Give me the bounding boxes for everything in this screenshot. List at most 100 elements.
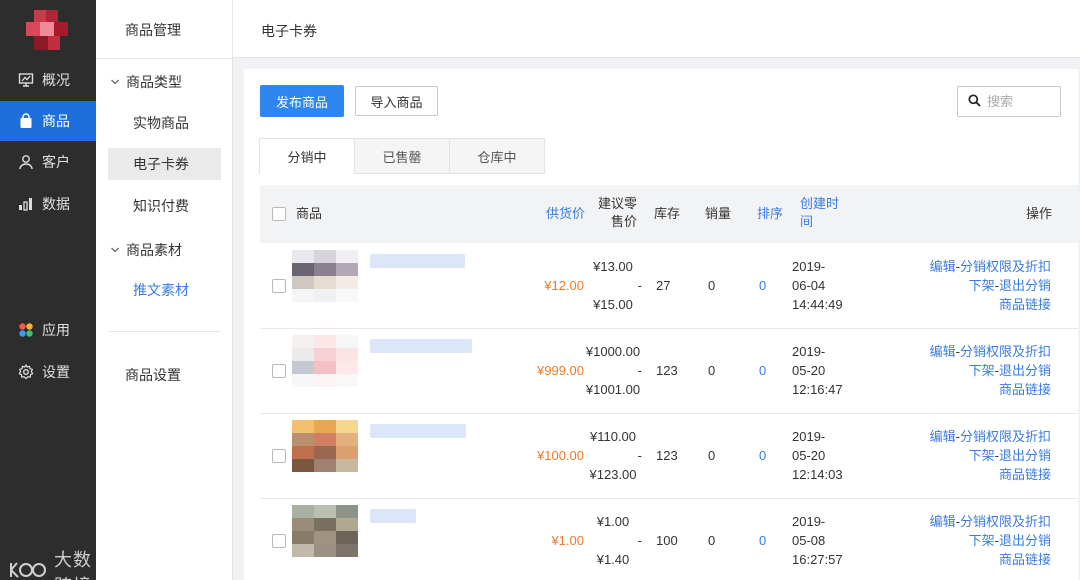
- sub-item-product-settings[interactable]: 商品设置: [125, 365, 181, 385]
- row-operations: 编辑-分销权限及折扣 下架-退出分销 商品链接: [901, 342, 1051, 399]
- row-checkbox[interactable]: [272, 449, 286, 463]
- sub-nav-divider: [96, 58, 233, 59]
- take-down-link[interactable]: 下架: [969, 363, 995, 378]
- tab-sold-out[interactable]: 已售罄: [354, 138, 450, 174]
- table-row: ¥100.00 ¥110.00 - ¥123.00 123 0 0 2019- …: [260, 414, 1078, 499]
- chevron-down-icon: [110, 242, 120, 258]
- nav-label-apps: 应用: [42, 322, 70, 338]
- tab-distributing[interactable]: 分销中: [259, 138, 355, 174]
- table-row: ¥999.00 ¥1000.00 - ¥1001.00 123 0 0 2019…: [260, 329, 1078, 414]
- chevron-down-icon: [110, 74, 120, 90]
- search-icon: [968, 93, 981, 110]
- product-title-blurred[interactable]: [370, 254, 465, 268]
- retail-max: ¥1001.00: [585, 382, 641, 397]
- product-thumbnail[interactable]: [292, 335, 358, 387]
- tab-warehouse[interactable]: 仓库中: [449, 138, 545, 174]
- distribution-permission-link[interactable]: 分销权限及折扣: [960, 344, 1051, 359]
- take-down-link[interactable]: 下架: [969, 533, 995, 548]
- distribution-permission-link[interactable]: 分销权限及折扣: [960, 429, 1051, 444]
- import-product-button[interactable]: 导入商品: [355, 86, 438, 116]
- edit-link[interactable]: 编辑: [930, 259, 956, 274]
- sort-value[interactable]: 0: [759, 446, 766, 465]
- sub-item-ecard[interactable]: 电子卡券: [108, 148, 221, 180]
- supply-price: ¥12.00: [544, 278, 584, 293]
- sub-item-knowledge[interactable]: 知识付费: [108, 190, 221, 222]
- retail-min: ¥13.00: [593, 259, 633, 274]
- retail-min: ¥1.00: [596, 514, 630, 529]
- nav-item-products[interactable]: 商品: [0, 101, 96, 141]
- exit-distribution-link[interactable]: 退出分销: [999, 363, 1051, 378]
- sort-value[interactable]: 0: [759, 361, 766, 380]
- stock-value: 27: [656, 278, 671, 293]
- product-title-blurred[interactable]: [370, 339, 472, 353]
- retail-price-range: ¥110.00 - ¥123.00: [582, 427, 644, 484]
- sub-item-article-material[interactable]: 推文素材: [108, 274, 221, 306]
- watermark-logo-icon: [8, 559, 48, 580]
- nav-item-data[interactable]: 数据: [0, 184, 96, 224]
- sub-item-physical[interactable]: 实物商品: [108, 107, 221, 139]
- user-icon: [18, 154, 34, 170]
- created-clock: 12:14:03: [792, 467, 843, 482]
- edit-link[interactable]: 编辑: [930, 344, 956, 359]
- shopping-bag-icon: [18, 113, 34, 129]
- sales-value: 0: [708, 533, 716, 548]
- exit-distribution-link[interactable]: 退出分销: [999, 533, 1051, 548]
- created-date1: 2019-: [792, 344, 826, 359]
- product-link[interactable]: 商品链接: [999, 467, 1051, 482]
- product-title-blurred[interactable]: [370, 424, 466, 438]
- sales-value: 0: [708, 448, 716, 463]
- retail-price-range: ¥13.00 - ¥15.00: [582, 257, 644, 314]
- distribution-permission-link[interactable]: 分销权限及折扣: [960, 259, 1051, 274]
- edit-link[interactable]: 编辑: [930, 429, 956, 444]
- created-time: 2019- 05-20 12:14:03: [792, 427, 843, 484]
- nav-item-overview[interactable]: 概况: [0, 60, 96, 100]
- row-checkbox[interactable]: [272, 364, 286, 378]
- col-sort[interactable]: 排序: [757, 205, 783, 223]
- row-operations: 编辑-分销权限及折扣 下架-退出分销 商品链接: [901, 427, 1051, 484]
- created-time: 2019- 05-20 12:16:47: [792, 342, 843, 399]
- distribution-permission-link[interactable]: 分销权限及折扣: [960, 514, 1051, 529]
- stock-value: 123: [656, 448, 678, 463]
- product-thumbnail[interactable]: [292, 250, 358, 302]
- group-product-material[interactable]: 商品素材: [110, 240, 182, 260]
- publish-product-button[interactable]: 发布商品: [260, 85, 344, 117]
- take-down-link[interactable]: 下架: [969, 278, 995, 293]
- product-link[interactable]: 商品链接: [999, 552, 1051, 567]
- col-stock: 库存: [654, 206, 681, 221]
- logo[interactable]: [26, 10, 68, 52]
- created-date1: 2019-: [792, 514, 826, 529]
- table-header: 商品 供货价 建议零 售价 库存 销量 排序 创建时 间 操作: [260, 185, 1078, 243]
- row-checkbox[interactable]: [272, 279, 286, 293]
- created-time: 2019- 05-08 16:27:57: [792, 512, 843, 569]
- nav-item-customers[interactable]: 客户: [0, 142, 96, 182]
- sort-value[interactable]: 0: [759, 276, 766, 295]
- watermark-text: 大数跨境: [54, 550, 92, 580]
- row-operations: 编辑-分销权限及折扣 下架-退出分销 商品链接: [901, 512, 1051, 569]
- col-created-time[interactable]: 创建时 间: [800, 195, 839, 231]
- search-input[interactable]: [987, 94, 1057, 109]
- exit-distribution-link[interactable]: 退出分销: [999, 278, 1051, 293]
- product-link[interactable]: 商品链接: [999, 382, 1051, 397]
- col-supply-price[interactable]: 供货价: [546, 205, 585, 223]
- nav-label-products: 商品: [42, 113, 70, 129]
- exit-distribution-link[interactable]: 退出分销: [999, 448, 1051, 463]
- product-link[interactable]: 商品链接: [999, 297, 1051, 312]
- select-all-checkbox[interactable]: [272, 207, 286, 221]
- row-checkbox[interactable]: [272, 534, 286, 548]
- nav-label-data: 数据: [42, 196, 70, 212]
- search-box[interactable]: [957, 86, 1061, 117]
- product-title-blurred[interactable]: [370, 509, 416, 523]
- nav-item-apps[interactable]: 应用: [0, 310, 96, 350]
- retail-max: ¥123.00: [589, 467, 637, 482]
- product-thumbnail[interactable]: [292, 420, 358, 472]
- sub-nav-separator: [108, 331, 221, 332]
- take-down-link[interactable]: 下架: [969, 448, 995, 463]
- nav-item-settings[interactable]: 设置: [0, 352, 96, 392]
- group-product-type[interactable]: 商品类型: [110, 72, 182, 92]
- sort-value[interactable]: 0: [759, 531, 766, 550]
- nav-label-customers: 客户: [42, 154, 70, 170]
- retail-max: ¥1.40: [596, 552, 630, 567]
- product-thumbnail[interactable]: [292, 505, 358, 557]
- edit-link[interactable]: 编辑: [930, 514, 956, 529]
- col-retail-price-line1: 建议零: [597, 196, 637, 211]
